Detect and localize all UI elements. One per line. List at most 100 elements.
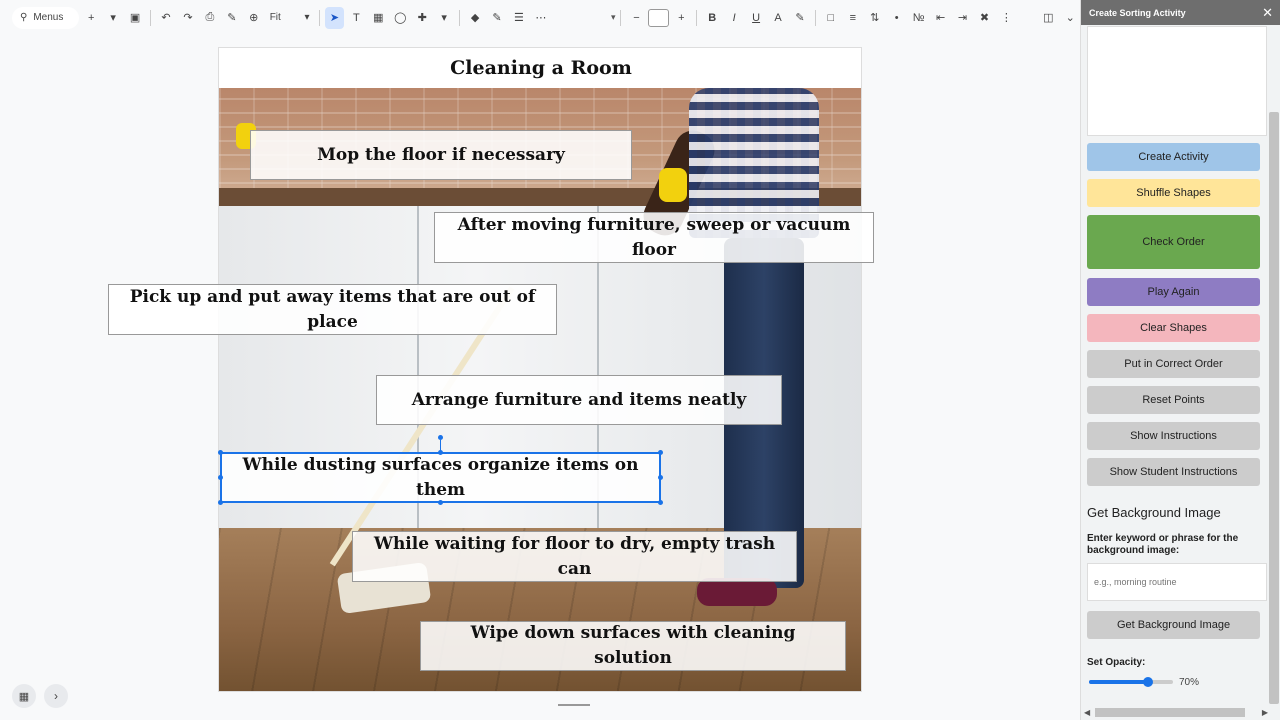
resize-handle-bottom-right[interactable] — [658, 500, 663, 505]
align-icon[interactable]: ≡ — [843, 7, 863, 29]
menus-button[interactable]: ⚲ Menus — [12, 6, 80, 29]
card-arrange-furniture[interactable]: Arrange furniture and items neatly — [376, 375, 782, 425]
grid-icon: ▦ — [18, 690, 30, 703]
text-box-icon[interactable]: T — [346, 7, 366, 29]
chevron-down-icon[interactable]: ⌄ — [1060, 7, 1080, 29]
horizontal-scrollbar-thumb[interactable] — [1095, 708, 1245, 717]
horizontal-scrollbar[interactable]: ◀ ▶ — [1081, 705, 1271, 719]
resize-handle-top[interactable] — [438, 450, 443, 455]
show-student-instructions-button[interactable]: Show Student Instructions — [1087, 458, 1260, 486]
card-pick-up-items[interactable]: Pick up and put away items that are out … — [108, 284, 557, 335]
card-wipe-surfaces[interactable]: Wipe down surfaces with cleaning solutio… — [420, 621, 846, 671]
toolbar-divider — [814, 9, 816, 26]
background-keyword-input[interactable] — [1087, 563, 1267, 601]
decrease-indent-icon[interactable]: ⇤ — [931, 7, 951, 29]
line-icon[interactable]: ✚ — [412, 7, 432, 29]
font-size-input[interactable] — [648, 8, 670, 27]
shuffle-shapes-button[interactable]: Shuffle Shapes — [1087, 179, 1260, 207]
comment-icon[interactable]: □ — [821, 7, 841, 29]
numbered-list-icon[interactable]: № — [909, 7, 929, 29]
resize-handle-bottom[interactable] — [438, 500, 443, 505]
font-select[interactable]: ▾ — [553, 7, 616, 29]
image-icon[interactable]: ▦ — [368, 7, 388, 29]
paint-format-icon[interactable]: ✎ — [222, 7, 242, 29]
filmstrip-resize-handle[interactable] — [558, 704, 590, 706]
bullet-list-icon[interactable]: • — [887, 7, 907, 29]
photo-shoe — [697, 578, 777, 606]
check-order-button[interactable]: Check Order — [1087, 215, 1260, 269]
expand-button[interactable]: › — [44, 684, 68, 708]
toolbar-divider — [620, 9, 622, 26]
background-image-heading: Get Background Image — [1087, 505, 1221, 520]
grid-view-button[interactable]: ▦ — [12, 684, 36, 708]
chevron-down-icon: ▾ — [610, 12, 616, 22]
reset-points-button[interactable]: Reset Points — [1087, 386, 1260, 414]
zoom-select[interactable]: Fit ▾ — [266, 12, 314, 23]
card-mop-floor[interactable]: Mop the floor if necessary — [250, 130, 632, 180]
card-text: Wipe down surfaces with cleaning solutio… — [470, 623, 796, 668]
opacity-value: 70% — [1179, 677, 1200, 688]
resize-handle-top-right[interactable] — [658, 450, 663, 455]
resize-handle-bottom-left[interactable] — [218, 500, 223, 505]
slide-title[interactable]: Cleaning a Room — [219, 48, 861, 88]
more-options-icon[interactable]: ⋮ — [996, 7, 1016, 29]
dropdown-icon[interactable]: ▾ — [434, 7, 454, 29]
scroll-right-icon[interactable]: ▶ — [1262, 708, 1268, 717]
border-weight-icon[interactable]: ☰ — [509, 7, 529, 29]
rotate-handle[interactable] — [438, 435, 443, 440]
highlight-icon[interactable]: ✎ — [790, 7, 810, 29]
scroll-left-icon[interactable]: ◀ — [1084, 708, 1090, 717]
opacity-slider[interactable] — [1089, 677, 1173, 687]
card-text: After moving furniture, sweep or vacuum … — [457, 214, 851, 260]
card-text: While waiting for floor to dry, empty tr… — [373, 533, 776, 579]
card-empty-trash[interactable]: While waiting for floor to dry, empty tr… — [352, 531, 797, 582]
close-icon[interactable]: ✕ — [1262, 5, 1273, 21]
put-in-correct-order-button[interactable]: Put in Correct Order — [1087, 350, 1260, 378]
resize-handle-right[interactable] — [658, 475, 663, 480]
redo-icon[interactable]: ↷ — [178, 7, 198, 29]
border-color-icon[interactable]: ✎ — [487, 7, 507, 29]
shape-icon[interactable]: ◯ — [390, 7, 410, 29]
increase-indent-icon[interactable]: ⇥ — [953, 7, 973, 29]
zoom-icon[interactable]: ⊕ — [244, 7, 264, 29]
activity-textarea[interactable] — [1087, 26, 1267, 136]
line-spacing-icon[interactable]: ⇅ — [865, 7, 885, 29]
sidebar: Create Sorting Activity ✕ Create Activit… — [1080, 0, 1280, 720]
opacity-slider-thumb[interactable] — [1142, 677, 1153, 687]
resize-handle-left[interactable] — [218, 475, 223, 480]
toolbar-divider — [696, 9, 698, 26]
underline-icon[interactable]: U — [746, 7, 766, 29]
undo-icon[interactable]: ↶ — [156, 7, 176, 29]
bold-icon[interactable]: B — [702, 7, 722, 29]
card-sweep-vacuum[interactable]: After moving furniture, sweep or vacuum … — [434, 212, 874, 263]
present-icon[interactable]: ◫ — [1038, 7, 1058, 29]
search-icon: ⚲ — [20, 12, 28, 23]
vertical-scrollbar[interactable] — [1269, 112, 1279, 704]
zoom-label: Fit — [269, 12, 281, 23]
get-background-image-button[interactable]: Get Background Image — [1087, 611, 1260, 639]
clear-formatting-icon[interactable]: ✖ — [974, 7, 994, 29]
menus-label: Menus — [33, 12, 64, 23]
create-activity-button[interactable]: Create Activity — [1087, 143, 1260, 171]
decrease-font-icon[interactable]: − — [626, 7, 646, 29]
sidebar-header: Create Sorting Activity ✕ — [1081, 0, 1280, 25]
play-again-button[interactable]: Play Again — [1087, 278, 1260, 306]
new-slide-layout-icon[interactable]: ▣ — [125, 7, 145, 29]
toolbar-divider — [318, 9, 320, 26]
text-color-icon[interactable]: A — [768, 7, 788, 29]
new-slide-icon[interactable]: + — [81, 7, 101, 29]
dropdown-icon[interactable]: ▾ — [103, 7, 123, 29]
chevron-right-icon: › — [54, 689, 58, 703]
resize-handle-top-left[interactable] — [218, 450, 223, 455]
print-icon[interactable]: ⎙ — [200, 7, 220, 29]
card-text: Pick up and put away items that are out … — [129, 286, 536, 332]
select-cursor-icon[interactable]: ➤ — [324, 6, 345, 29]
toolbar-divider — [150, 9, 152, 26]
fill-color-icon[interactable]: ◆ — [465, 7, 485, 29]
increase-font-icon[interactable]: + — [671, 7, 691, 29]
card-dusting-surfaces[interactable]: While dusting surfaces organize items on… — [220, 452, 661, 503]
show-instructions-button[interactable]: Show Instructions — [1087, 422, 1260, 450]
clear-shapes-button[interactable]: Clear Shapes — [1087, 314, 1260, 342]
italic-icon[interactable]: I — [724, 7, 744, 29]
border-dash-icon[interactable]: ⋯ — [531, 7, 551, 29]
